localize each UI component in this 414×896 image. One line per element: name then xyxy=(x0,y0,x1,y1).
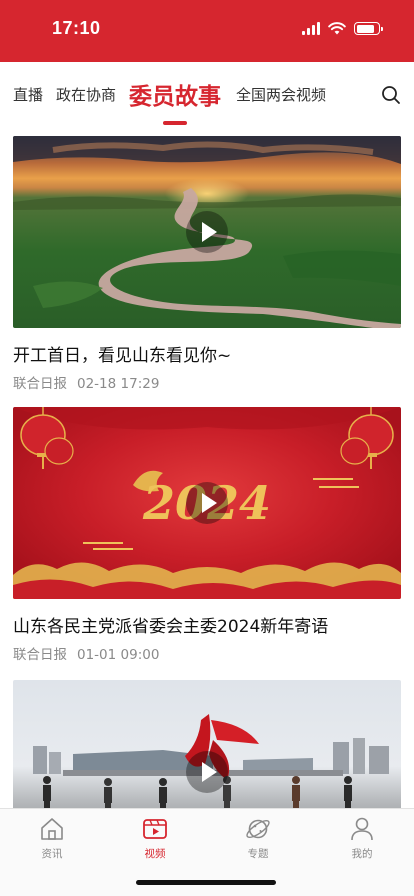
person-figure xyxy=(43,776,51,808)
play-button[interactable] xyxy=(186,751,228,793)
video-source: 联合日报 xyxy=(13,376,67,392)
status-icons xyxy=(302,22,383,35)
video-meta: 联合日报 01-01 09:00 xyxy=(13,643,401,663)
video-thumbnail[interactable] xyxy=(13,136,401,328)
category-tabs: 直播 政在协商 委员故事 全国两会视频 xyxy=(0,62,414,126)
search-icon[interactable] xyxy=(380,84,402,106)
video-time: 02-18 17:29 xyxy=(77,376,160,392)
person-figure xyxy=(292,776,300,808)
cellular-signal-icon xyxy=(302,22,320,35)
video-meta: 联合日报 02-18 17:29 xyxy=(13,372,401,392)
tabbar-label: 专题 xyxy=(247,848,269,860)
person-figure xyxy=(344,776,352,808)
tab-live[interactable]: 直播 xyxy=(13,84,43,105)
tabbar-item-mine[interactable]: 我的 xyxy=(332,815,392,861)
tabbar-item-video[interactable]: 视频 xyxy=(125,815,185,861)
video-source: 联合日报 xyxy=(13,647,67,663)
person-figure xyxy=(104,778,112,808)
video-card[interactable] xyxy=(13,680,401,808)
planet-icon xyxy=(246,819,270,839)
video-play-icon xyxy=(143,819,167,839)
play-button[interactable] xyxy=(186,482,228,524)
status-bar: 17:10 xyxy=(0,0,414,62)
video-time: 01-01 09:00 xyxy=(77,647,160,663)
home-indicator xyxy=(136,880,276,885)
video-feed: 开工首日，看见山东看见你~ 联合日报 02-18 17:29 2024 山东各民… xyxy=(0,126,414,808)
battery-icon xyxy=(354,22,383,35)
video-thumbnail[interactable] xyxy=(13,680,401,808)
user-icon xyxy=(351,817,373,841)
video-thumbnail[interactable]: 2024 xyxy=(13,407,401,599)
status-time: 17:10 xyxy=(52,18,101,38)
tabbar-item-news[interactable]: 资讯 xyxy=(22,815,82,861)
tab-member-stories[interactable]: 委员故事 xyxy=(129,77,221,111)
battery-level xyxy=(356,24,375,33)
tabbar-label: 视频 xyxy=(144,848,166,860)
tabbar-label: 资讯 xyxy=(41,848,63,860)
video-title[interactable]: 山东各民主党派省委会主委2024新年寄语 xyxy=(13,615,401,639)
play-button[interactable] xyxy=(186,211,228,253)
wifi-icon xyxy=(328,22,346,35)
tabbar-item-topics[interactable]: 专题 xyxy=(228,815,288,861)
video-card[interactable]: 开工首日，看见山东看见你~ 联合日报 02-18 17:29 xyxy=(13,136,401,392)
tabbar-label: 我的 xyxy=(351,848,373,860)
tab-consultation[interactable]: 政在协商 xyxy=(56,84,116,105)
home-icon xyxy=(41,818,63,840)
person-figure xyxy=(159,778,167,808)
video-card[interactable]: 2024 山东各民主党派省委会主委2024新年寄语 联合日报 01-01 09:0… xyxy=(13,407,401,663)
video-title[interactable]: 开工首日，看见山东看见你~ xyxy=(13,344,401,368)
tab-two-sessions-video[interactable]: 全国两会视频 xyxy=(236,84,326,105)
